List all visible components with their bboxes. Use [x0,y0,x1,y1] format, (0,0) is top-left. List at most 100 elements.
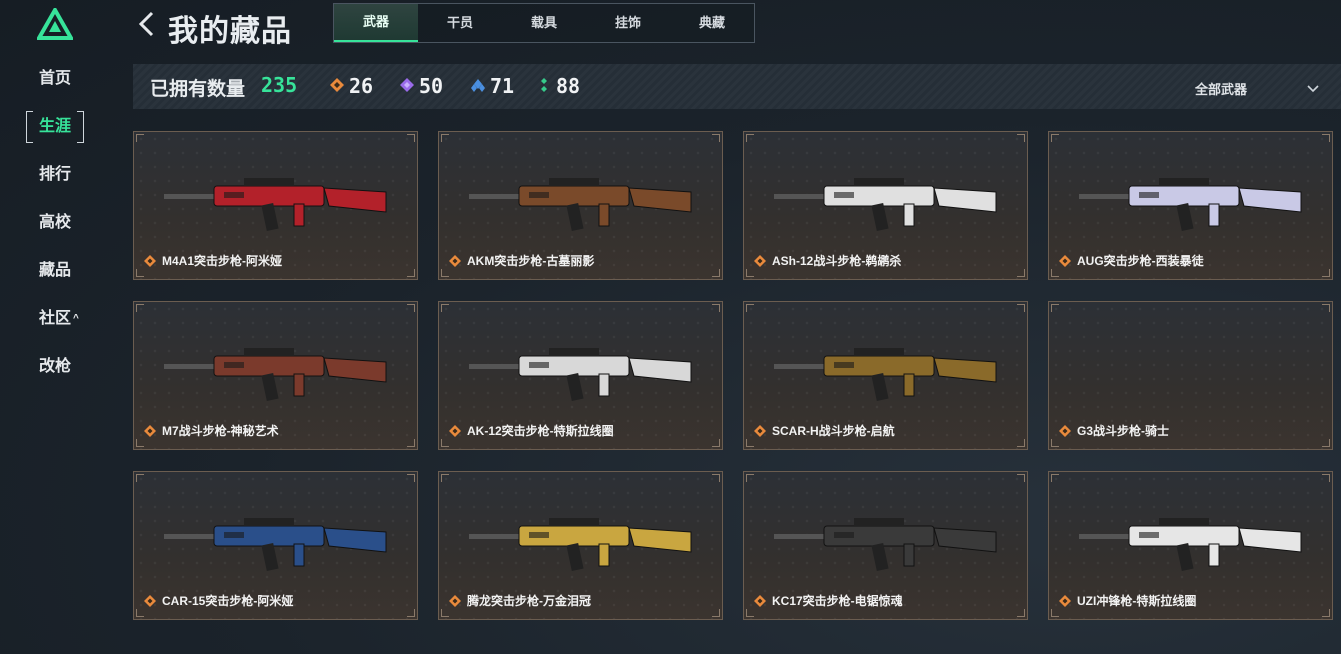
weapon-image-icon [774,518,997,571]
tier-stat-value: 26 [349,74,374,98]
card-corner [441,439,449,447]
weapon-card[interactable]: AK-12突击步枪-特斯拉线圈 [438,301,723,450]
sidebar-item-home[interactable]: 首页 [26,63,86,95]
weapon-card[interactable]: SCAR-H战斗步枪-启航 [743,301,1028,450]
weapon-card-name: SCAR-H战斗步枪-启航 [772,424,895,438]
tier-stat-blue: 71 [471,74,514,98]
sidebar-item-community[interactable]: 社区 ^ [26,303,86,335]
rarity-diamond-icon [1059,255,1071,267]
chevron-down-icon [1307,85,1319,93]
weapon-card-name: M4A1突击步枪-阿米娅 [162,254,283,268]
card-corner [1322,269,1330,277]
weapon-card-name: AKM突击步枪-古墓丽影 [467,254,595,268]
tab-collectibles[interactable]: 典藏 [670,4,754,42]
card-corner [712,304,720,312]
card-corner [441,134,449,142]
rarity-diamond-icon [144,425,156,437]
sidebar-item-ranking[interactable]: 排行 [26,159,86,191]
card-corner [712,269,720,277]
tier-stat-orange: 26 [330,74,373,98]
card-corner [1017,269,1025,277]
weapon-card[interactable]: ASh-12战斗步枪-鹈鹕杀 [743,131,1028,280]
weapon-card-name: 腾龙突击步枪-万金泪冠 [467,594,591,608]
weapon-image-icon [164,348,387,401]
card-corner [136,609,144,617]
card-corner [136,304,144,312]
rarity-diamond-icon [1059,595,1071,607]
weapon-card-name: UZI冲锋枪-特斯拉线圈 [1077,594,1197,608]
card-corner [1017,439,1025,447]
card-corner [1322,609,1330,617]
sidebar-item-gun-mod[interactable]: 改枪 [26,351,86,383]
sidebar-item-collection[interactable]: 藏品 [26,255,86,287]
rarity-diamond-icon [449,425,461,437]
card-corner [441,474,449,482]
purple-diamond-icon [400,78,414,92]
card-corner [441,304,449,312]
card-corner [136,474,144,482]
tier-stat-green: 88 [537,74,580,98]
card-corner [1322,439,1330,447]
weapon-filter-dropdown[interactable]: 全部武器 [1195,79,1319,98]
card-corner [1051,439,1059,447]
weapon-card[interactable]: KC17突击步枪-电锯惊魂 [743,471,1028,620]
weapon-card[interactable]: G3战斗步枪-骑士 [1048,301,1333,450]
card-corner [407,474,415,482]
card-corner [746,134,754,142]
card-corner [712,609,720,617]
weapon-card[interactable]: AUG突击步枪-西装暴徒 [1048,131,1333,280]
weapon-card[interactable]: 腾龙突击步枪-万金泪冠 [438,471,723,620]
rarity-diamond-icon [754,595,766,607]
card-corner [746,269,754,277]
weapon-image-icon [469,518,692,571]
card-corner [136,269,144,277]
sidebar: 首页 生涯 排行 高校 藏品 社区 ^ 改枪 [0,0,110,654]
card-corner [1322,304,1330,312]
weapon-image-icon [774,178,997,231]
card-corner [407,304,415,312]
card-corner [1051,474,1059,482]
weapon-image-icon [1079,518,1302,571]
owned-count-label: 已拥有数量 [150,79,246,100]
tier-stat-value: 88 [556,74,581,98]
sidebar-item-career[interactable]: 生涯 [26,111,84,143]
card-corner [1051,609,1059,617]
weapon-image-icon [469,348,692,401]
card-corner [1051,134,1059,142]
card-corner [1017,609,1025,617]
sidebar-nav: 首页 生涯 排行 高校 藏品 社区 ^ 改枪 [26,63,86,399]
card-corner [712,474,720,482]
weapon-card[interactable]: AKM突击步枪-古墓丽影 [438,131,723,280]
card-corner [1322,134,1330,142]
stats-bar: 已拥有数量 235 26 50 71 88 全部武器 [133,64,1341,109]
sidebar-item-label: 排行 [39,166,72,183]
tab-operators[interactable]: 干员 [418,4,502,42]
tier-stat-value: 71 [490,74,515,98]
sidebar-item-label: 社区 [39,310,72,327]
weapon-card[interactable]: CAR-15突击步枪-阿米娅 [133,471,418,620]
weapon-card-name: M7战斗步枪-神秘艺术 [162,424,279,438]
tab-weapons[interactable]: 武器 [334,4,418,42]
weapon-image-icon [1079,178,1302,231]
sidebar-item-label: 藏品 [39,262,72,279]
tier-stat-purple: 50 [400,74,443,98]
weapon-image-icon [164,518,387,571]
tab-charms[interactable]: 挂饰 [586,4,670,42]
sidebar-item-college[interactable]: 高校 [26,207,86,239]
card-corner [712,439,720,447]
weapon-filter-value: 全部武器 [1194,82,1247,97]
weapon-image-icon [469,178,692,231]
card-corner [1322,474,1330,482]
rarity-diamond-icon [144,255,156,267]
card-corner [1051,269,1059,277]
card-corner [1017,134,1025,142]
weapon-card[interactable]: M4A1突击步枪-阿米娅 [133,131,418,280]
app-logo-icon[interactable] [37,8,73,40]
weapon-card[interactable]: M7战斗步枪-神秘艺术 [133,301,418,450]
back-arrow-icon[interactable] [136,9,158,39]
tab-vehicles[interactable]: 载具 [502,4,586,42]
weapon-card[interactable]: UZI冲锋枪-特斯拉线圈 [1048,471,1333,620]
weapon-card-name: ASh-12战斗步枪-鹈鹕杀 [772,254,902,268]
card-corner [746,304,754,312]
card-corner [746,474,754,482]
